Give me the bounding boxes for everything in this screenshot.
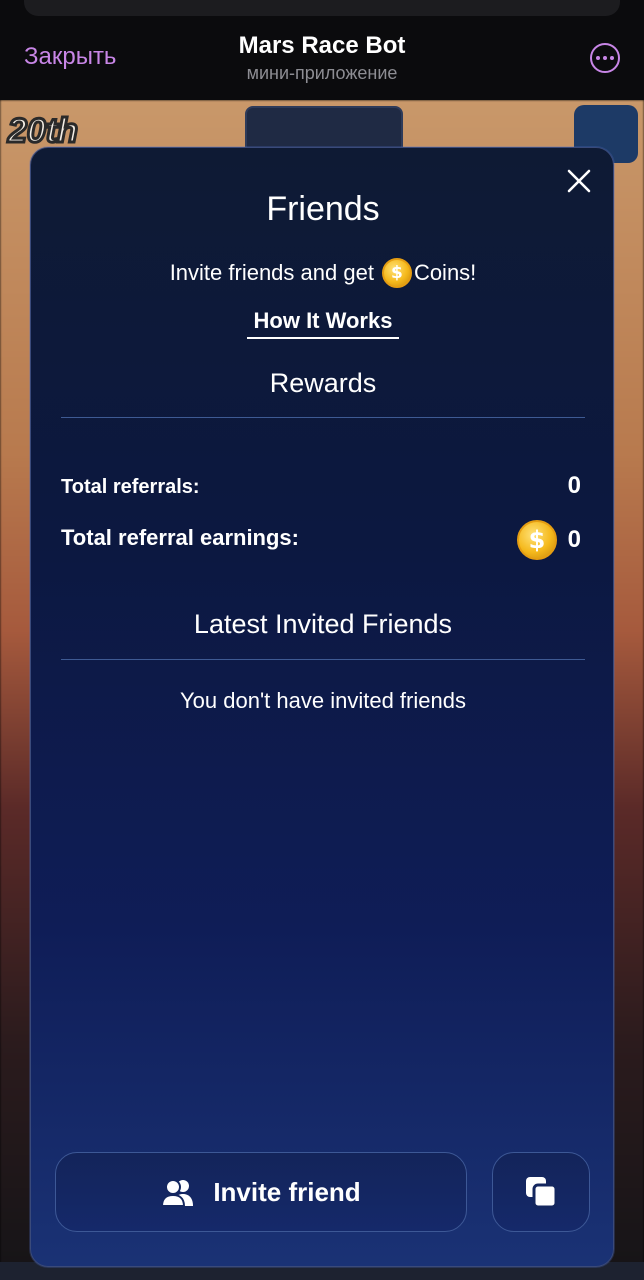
invite-text-prefix: Invite friends and get (169, 260, 374, 285)
telegram-header: Закрыть Mars Race Bot мини-приложение (0, 0, 644, 100)
invite-description: Invite friends and get Coins! (31, 258, 615, 288)
sheet-handle (24, 0, 620, 16)
how-it-works-link[interactable]: How It Works (247, 308, 399, 339)
total-referrals-label: Total referrals: (61, 476, 200, 498)
app-subtitle: мини-приложение (246, 63, 398, 83)
copy-icon (526, 1177, 558, 1209)
users-icon (161, 1179, 194, 1207)
divider (61, 417, 585, 418)
friends-modal: Friends Invite friends and get Coins! Ho… (30, 147, 614, 1267)
more-icon[interactable] (590, 43, 620, 73)
modal-title: Friends (266, 190, 380, 228)
total-earnings-value: 0 (567, 526, 581, 553)
divider (61, 659, 585, 660)
copy-link-button[interactable] (492, 1152, 590, 1232)
coin-icon (381, 258, 412, 288)
app-title: Mars Race Bot (238, 32, 406, 59)
latest-friends-heading: Latest Invited Friends (193, 609, 453, 639)
invite-friend-label: Invite friend (213, 1176, 361, 1207)
total-earnings-label: Total referral earnings: (61, 525, 299, 550)
invite-friend-button[interactable]: Invite friend (55, 1152, 467, 1232)
race-rank-badge: 20th (7, 111, 80, 152)
total-referrals-value: 0 (567, 472, 581, 499)
rewards-heading: Rewards (269, 368, 377, 398)
empty-friends-message: You don't have invited friends (180, 688, 466, 713)
invite-text-suffix: Coins! (413, 260, 477, 285)
coin-icon (517, 520, 557, 560)
